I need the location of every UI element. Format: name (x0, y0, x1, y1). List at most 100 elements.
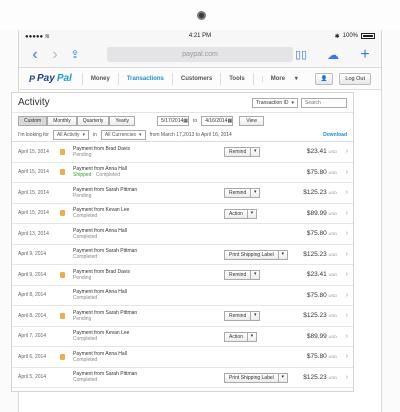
txn-status: Completed (73, 213, 98, 220)
table-row[interactable]: April 15, 2014 Payment from Sarah Pittman… (12, 183, 353, 204)
view-button[interactable]: View (239, 116, 264, 126)
chevron-right-icon[interactable]: › (346, 292, 348, 299)
txn-status: Completed (95, 172, 120, 179)
bookmarks-icon[interactable]: ▯▯ (291, 48, 311, 61)
txn-description[interactable]: Payment from Sarah Pittman Pending (73, 310, 213, 322)
chevron-right-icon[interactable]: › (346, 148, 348, 155)
txn-amount-value: $125.23 (303, 250, 327, 258)
txn-action-button[interactable]: Remind (224, 270, 252, 280)
cloud-icon[interactable]: ☁ (323, 48, 343, 62)
txn-action-button[interactable]: Action (224, 331, 248, 342)
chevron-right-icon[interactable]: › (346, 210, 348, 217)
range-monthly[interactable]: Monthly (47, 116, 77, 126)
ipad-device: ●●●●● ≋ 4:21 PM ✱ 100% ‹ › ⇪ paypal.com … (0, 0, 400, 412)
share-icon[interactable]: ⇪ (65, 48, 85, 61)
chevron-right-icon[interactable]: › (346, 374, 348, 381)
txn-description[interactable]: Payment from Anna Hall Completed (73, 351, 213, 363)
txn-action-button[interactable]: Remind (224, 147, 252, 157)
chevron-down-icon[interactable]: ▾ (247, 208, 257, 219)
txn-action-group: Print Shipping Label ▾ (224, 372, 288, 383)
range-quarterly[interactable]: Quarterly (76, 116, 110, 126)
document-icon (60, 169, 65, 176)
profile-button[interactable]: 👤 (314, 72, 334, 85)
chevron-right-icon[interactable]: › (346, 333, 348, 340)
txn-action-button[interactable]: Print Shipping Label (224, 249, 279, 260)
logout-button[interactable]: Log Out (339, 72, 371, 85)
chevron-right-icon[interactable]: › (346, 271, 348, 278)
activity-type-select[interactable]: All Activity ▾ (52, 130, 89, 140)
chevron-right-icon[interactable]: › (346, 353, 348, 360)
txn-description[interactable]: Payment from Anna Hall Shipped · Complete… (73, 166, 213, 178)
table-row[interactable]: April 6, 2014 Payment from Anna Hall Compl… (12, 347, 353, 368)
txn-description[interactable]: Payment from Sarah Pittman Completed (73, 371, 213, 383)
chevron-right-icon[interactable]: › (346, 189, 348, 196)
chevron-down-icon[interactable]: ▾ (251, 188, 261, 198)
chevron-down-icon[interactable]: ▾ (278, 372, 288, 383)
nav-customers[interactable]: Customers (171, 72, 220, 85)
txn-date: April 15, 2014 (18, 210, 49, 217)
txn-description[interactable]: Payment from Brad Davis Pending (73, 146, 213, 158)
chevron-right-icon[interactable]: › (346, 312, 348, 319)
chevron-down-icon[interactable]: ▾ (278, 249, 288, 260)
back-icon[interactable]: ‹ (25, 46, 45, 64)
txn-status: Completed (73, 295, 98, 302)
chevron-right-icon[interactable]: › (346, 251, 348, 258)
transaction-id-select[interactable]: Transaction ID ▾ (252, 97, 298, 108)
txn-description[interactable]: Payment from Sarah Pittman Completed (73, 248, 213, 260)
forward-icon[interactable]: › (45, 46, 65, 64)
table-row[interactable]: April 15, 2014 Payment from Anna Hall Ship… (12, 163, 353, 183)
table-row[interactable]: April 15, 2014 Payment from Kevan Lee Comp… (12, 204, 353, 224)
txn-action-button[interactable]: Remind (224, 188, 252, 198)
txn-action-button[interactable]: Action (224, 208, 248, 219)
chevron-down-icon[interactable]: ▾ (251, 147, 261, 157)
chevron-down-icon[interactable]: ▾ (251, 311, 261, 321)
nav-more[interactable]: More ▾ (252, 72, 306, 85)
txn-description[interactable]: Payment from Anna Hall Completed (73, 228, 213, 240)
txn-currency: USD (328, 231, 337, 237)
txn-action-group: Remind ▾ (224, 147, 261, 157)
txn-description[interactable]: Payment from Sarah Pittman Pending (73, 187, 213, 199)
txn-status: Pending (73, 315, 92, 322)
document-icon (60, 333, 65, 339)
chevron-down-icon[interactable]: ▾ (251, 270, 261, 280)
table-row[interactable]: April 8, 2014 Payment from Sarah Pittman P… (12, 306, 353, 327)
table-row[interactable]: April 8, 2014 Payment from Anna Hall Compl… (12, 286, 353, 306)
nav-transactions[interactable]: Transactions (117, 72, 172, 85)
date-to-field[interactable]: 4/16/2014 ▦ (201, 116, 234, 126)
nav-tools[interactable]: Tools (220, 72, 253, 85)
date-from-field[interactable]: 5/17/2014 ▦ (157, 116, 190, 126)
txn-description[interactable]: Payment from Anna Hall Completed (73, 289, 213, 301)
paypal-logo[interactable]: P Pay Pal (29, 73, 72, 84)
table-row[interactable]: April 9, 2014 Payment from Brad Davis Pend… (12, 265, 353, 286)
chevron-right-icon[interactable]: › (346, 169, 348, 176)
activity-header: Activity Transaction ID ▾ (12, 93, 353, 113)
table-row[interactable]: April 5, 2014 Payment from Sarah Pittman C… (12, 368, 353, 388)
chevron-down-icon[interactable]: ▾ (247, 331, 257, 342)
nav-money[interactable]: Money (81, 72, 118, 85)
table-row[interactable]: April 15, 2014 Payment from Brad Davis Pen… (12, 142, 353, 163)
txn-description[interactable]: Payment from Brad Davis Pending (73, 269, 213, 281)
txn-date: April 15, 2014 (18, 148, 49, 155)
chevron-down-icon: ▾ (82, 132, 85, 138)
page-title: Activity (18, 97, 50, 108)
txn-date: April 8, 2014 (18, 312, 47, 319)
range-custom[interactable]: Custom (18, 116, 48, 126)
chevron-right-icon[interactable]: › (346, 230, 348, 237)
range-yearly[interactable]: Yearly (109, 116, 136, 126)
table-row[interactable]: April 13, 2014 Payment from Anna Hall Comp… (12, 224, 353, 245)
txn-action-button[interactable]: Remind (224, 311, 252, 321)
nav-more-label: More (261, 75, 294, 82)
txn-description[interactable]: Payment from Kevan Lee Completed (73, 207, 213, 219)
txn-description[interactable]: Payment from Kevan Lee Completed (73, 330, 213, 342)
txn-action-button[interactable]: Print Shipping Label (224, 372, 279, 383)
txn-action-group: Action ▾ (224, 331, 257, 342)
table-row[interactable]: April 7, 2014 Payment from Kevan Lee Compl… (12, 327, 353, 347)
url-bar[interactable]: paypal.com (107, 47, 293, 62)
txn-status-line: Completed (73, 377, 213, 383)
txn-status-line: Completed (73, 213, 213, 219)
currency-select[interactable]: All Currencies ▾ (100, 130, 146, 140)
new-tab-icon[interactable]: + (355, 46, 375, 64)
download-link[interactable]: Download (323, 132, 347, 138)
search-input[interactable] (301, 97, 347, 108)
table-row[interactable]: April 9, 2014 Payment from Sarah Pittman C… (12, 245, 353, 265)
